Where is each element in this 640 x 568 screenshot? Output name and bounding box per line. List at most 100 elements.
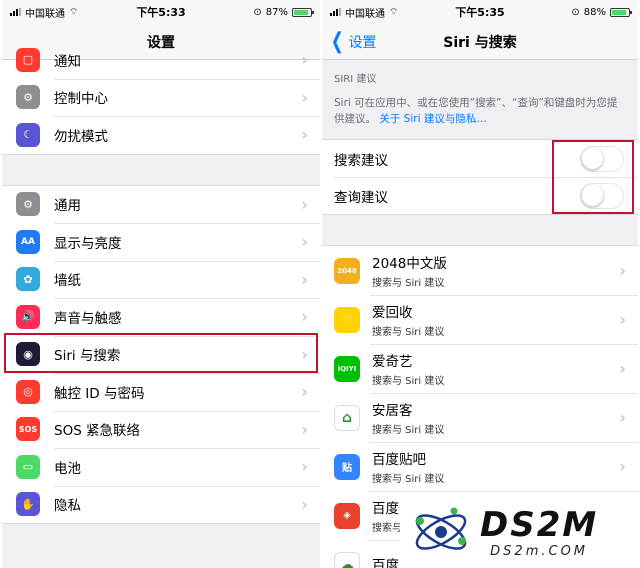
watermark-site: DS2m.COM xyxy=(490,543,589,559)
settings-group-general: ⚙ 通用 › AA 显示与亮度 › ✿ 墙纸 › 🔊 声音与触感 › ◉ Siri 与搜索 › ◎ 触控 ID … xyxy=(2,184,320,524)
chevron-right-icon: › xyxy=(301,382,308,402)
signal-icon xyxy=(330,8,341,16)
toggle-switch[interactable] xyxy=(580,145,624,172)
app-row[interactable]: ⌂ 安居客搜索与 Siri 建议 › xyxy=(322,393,638,442)
app-name: 爱回收 xyxy=(372,305,413,321)
settings-row-hand[interactable]: ✋ 隐私 › xyxy=(2,485,320,524)
settings-row-moon[interactable]: ☾ 勿扰模式 › xyxy=(2,116,320,154)
app-row[interactable]: 贴百度贴吧 搜索与 Siri 建议 › xyxy=(322,442,638,491)
control-center-icon: ⚙ xyxy=(16,85,40,110)
app-text: 爱回收 搜索与 Siri 建议 xyxy=(372,301,444,338)
toggle-knob xyxy=(582,147,603,169)
settings-row-label: 声音与触感 xyxy=(54,310,122,327)
rotation-lock-icon: ⊙ xyxy=(253,6,262,18)
siri-icon: ◉ xyxy=(16,342,40,367)
chevron-right-icon: › xyxy=(301,457,308,477)
settings-row-display[interactable]: AA 显示与亮度 › xyxy=(2,223,320,261)
toggle-switch[interactable] xyxy=(580,182,624,209)
back-button[interactable]: ❮ 设置 xyxy=(328,24,377,60)
wallpaper-icon: ✿ xyxy=(16,267,40,292)
settings-row-label: 通用 xyxy=(54,198,81,215)
baidu-waimai-icon: ◈ xyxy=(334,502,360,529)
app-text: 安居客搜索与 Siri 建议 xyxy=(372,399,444,436)
settings-row-label: 电池 xyxy=(54,460,81,477)
section-header: SIRI 建议 xyxy=(334,74,377,85)
chevron-right-icon: › xyxy=(301,344,308,364)
aihuishou-icon: ♡ xyxy=(334,306,360,333)
chevron-right-icon: › xyxy=(301,269,308,289)
siri-search-screen: 中国联通 ⌔ 下午5:35 ⊙ 88% ❮ 设置 Siri 与搜索 SIRI 建… xyxy=(322,0,638,568)
toggle-row: 查询建议 xyxy=(322,177,638,214)
tieba-icon: 贴 xyxy=(334,453,360,480)
fingerprint-icon: ◎ xyxy=(16,379,40,404)
settings-screen: 中国联通 ⌔ 下午5:33 ⊙ 87% 设置 ▢ 通知 › ⚙ 控制中心 › ☾ 勿扰模式 › … xyxy=(2,0,320,568)
settings-row-battery[interactable]: ▭ 电池 › xyxy=(2,448,320,486)
section-note: Siri 可在应用中、或在您使用“搜索”、“查询”和键盘时为您提供建议。 关于 … xyxy=(322,89,638,139)
hand-icon: ✋ xyxy=(16,492,40,517)
settings-group-system: ▢ 通知 › ⚙ 控制中心 › ☾ 勿扰模式 › xyxy=(2,40,320,155)
sound-icon: 🔊 xyxy=(16,304,40,329)
chevron-right-icon: › xyxy=(301,125,308,145)
toggle-row: 搜索建议 xyxy=(322,140,638,177)
battery-icon xyxy=(292,7,314,17)
nav-bar: ❮ 设置 Siri 与搜索 xyxy=(322,24,638,60)
chevron-right-icon: › xyxy=(619,408,626,427)
chevron-right-icon: › xyxy=(619,457,626,476)
chevron-right-icon: › xyxy=(301,307,308,327)
chevron-right-icon: › xyxy=(301,87,308,107)
toggle-label: 搜索建议 xyxy=(334,152,388,169)
settings-row-fingerprint[interactable]: ◎ 触控 ID 与密码 › xyxy=(2,373,320,411)
settings-row-notification[interactable]: ▢ 通知 › xyxy=(2,41,320,79)
toggle-knob xyxy=(582,184,603,206)
baidu-netdisk-icon: ☁ xyxy=(334,551,360,568)
app-row[interactable]: iQIYI 爱奇艺搜索与 Siri 建议 › xyxy=(322,344,638,393)
battery-percent: 87% xyxy=(265,6,288,18)
settings-row-gear[interactable]: ⚙ 通用 › xyxy=(2,186,320,224)
settings-row-label: 显示与亮度 xyxy=(54,235,122,252)
app-text: 2048中文版 搜索与 Siri 建议 xyxy=(372,252,447,289)
chevron-right-icon: › xyxy=(301,194,308,214)
chevron-right-icon: › xyxy=(619,359,626,378)
carrier-label: 中国联通 xyxy=(345,8,385,20)
app-name: 安居客 xyxy=(372,403,413,419)
app-row[interactable]: 2048 2048中文版 搜索与 Siri 建议 › xyxy=(322,246,638,295)
chevron-right-icon: › xyxy=(301,419,308,439)
settings-row-label: 控制中心 xyxy=(54,91,108,108)
watermark-brand: DS2M xyxy=(480,504,599,545)
anjuke-icon: ⌂ xyxy=(334,404,360,431)
settings-row-control-center[interactable]: ⚙ 控制中心 › xyxy=(2,78,320,117)
status-bar: 中国联通 ⌔ 下午5:35 ⊙ 88% xyxy=(322,0,638,24)
app-row[interactable]: ♡ 爱回收 搜索与 Siri 建议 › xyxy=(322,295,638,344)
battery-icon: ▭ xyxy=(16,454,40,479)
app-subtitle: 搜索与 Siri 建议 xyxy=(372,376,445,387)
app-2048-icon: 2048 xyxy=(334,257,360,284)
suggestion-toggles: 搜索建议查询建议 xyxy=(322,139,638,215)
iqiyi-icon: iQIYI xyxy=(334,355,360,382)
battery-icon xyxy=(610,7,632,17)
settings-row-label: Siri 与搜索 xyxy=(54,348,121,365)
settings-row-sound[interactable]: 🔊 声音与触感 › xyxy=(2,298,320,336)
app-name: 百度贴吧 xyxy=(372,452,426,468)
app-name: 爱奇艺 xyxy=(372,354,413,370)
chevron-right-icon: › xyxy=(301,494,308,514)
watermark: DS2M DS2m.COM xyxy=(400,496,640,568)
battery-percent: 88% xyxy=(583,6,606,18)
watermark-logo-icon xyxy=(415,507,467,550)
settings-row-wallpaper[interactable]: ✿ 墙纸 › xyxy=(2,260,320,299)
wifi-icon: ⌔ xyxy=(389,6,399,18)
wifi-icon: ⌔ xyxy=(69,6,79,18)
privacy-link[interactable]: 关于 Siri 建议与隐私… xyxy=(379,113,487,125)
settings-row-label: 隐私 xyxy=(54,498,81,515)
app-subtitle: 搜索与 Siri 建议 xyxy=(372,425,445,436)
chevron-right-icon: › xyxy=(619,310,626,329)
chevron-right-icon: › xyxy=(301,50,308,70)
settings-row-siri[interactable]: ◉ Siri 与搜索 › xyxy=(2,335,320,374)
settings-row-sos[interactable]: SOS SOS 紧急联络 › xyxy=(2,410,320,449)
app-subtitle: 搜索与 Siri 建议 xyxy=(372,278,445,289)
app-text: 百度贴吧 搜索与 Siri 建议 xyxy=(372,448,444,485)
chevron-right-icon: › xyxy=(619,261,626,280)
page-title: Siri 与搜索 xyxy=(443,34,517,51)
back-label: 设置 xyxy=(348,35,377,51)
settings-row-label: 触控 ID 与密码 xyxy=(54,385,145,402)
settings-row-label: 勿扰模式 xyxy=(54,128,108,145)
